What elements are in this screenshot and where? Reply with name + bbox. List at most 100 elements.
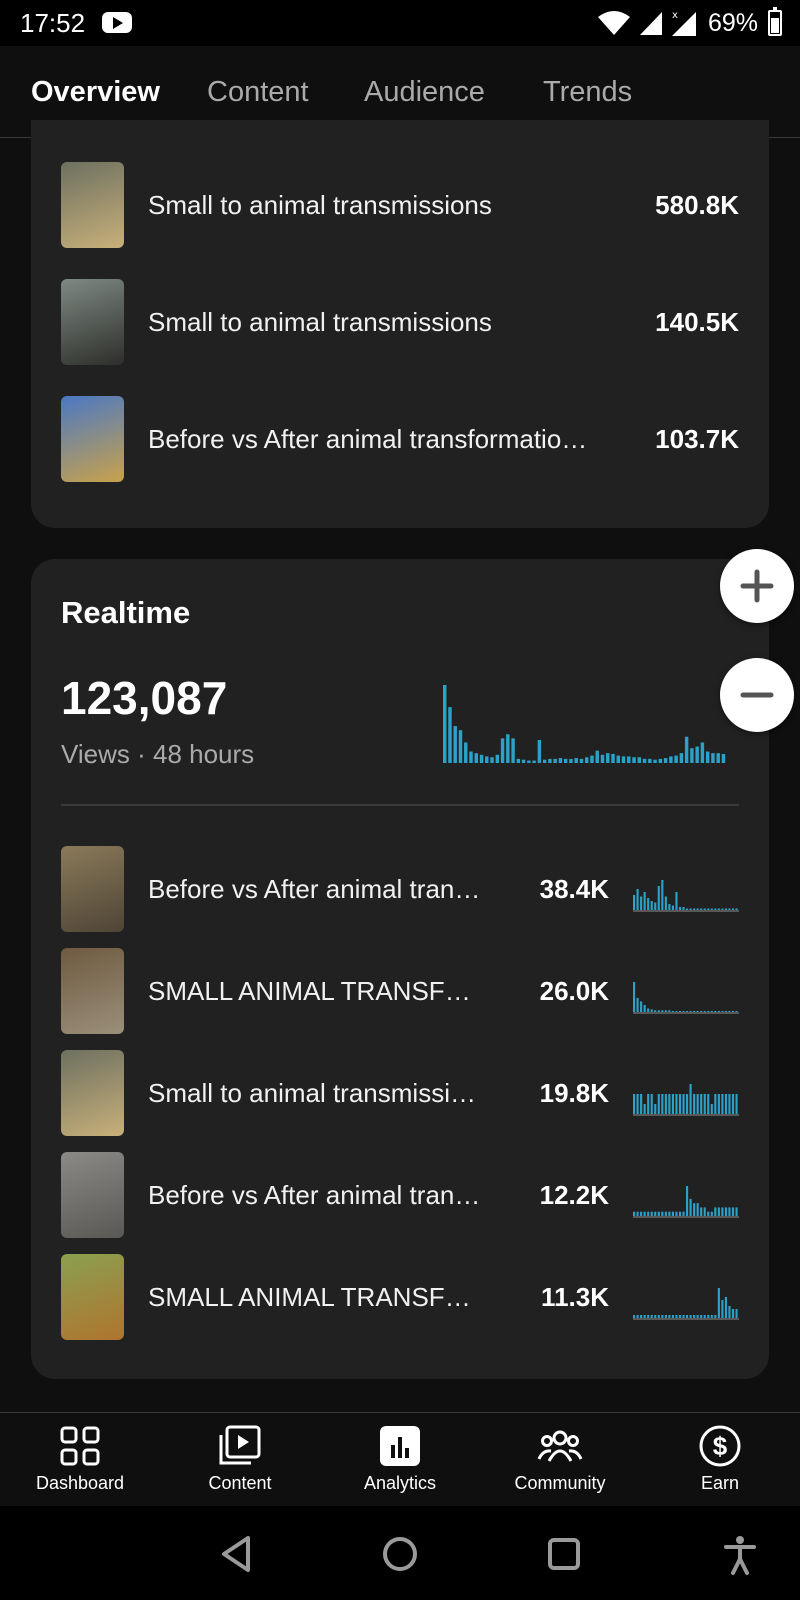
sparkline-bar (700, 1094, 703, 1114)
tab-overview[interactable]: Overview (31, 76, 160, 109)
realtime-caption: Views · 48 hours (61, 739, 255, 769)
sparkline-bar (721, 1011, 724, 1012)
sparkline-bar (671, 1315, 674, 1318)
video-title: Before vs After animal transformatio… (148, 424, 588, 454)
histogram-bar (637, 757, 642, 763)
histogram-bar (548, 758, 552, 763)
sparkline-bar (731, 1207, 735, 1216)
sparkline-bar (633, 1315, 636, 1318)
sparkline-bar (640, 1001, 643, 1012)
histogram-bar (711, 753, 715, 763)
video-views: 580.8K (655, 190, 739, 220)
histogram-bar (642, 758, 647, 763)
list-item[interactable]: Before vs After animal transformatio… 10… (31, 396, 769, 484)
sparkline-bar (707, 908, 710, 910)
sparkline-bar (668, 1094, 671, 1114)
histogram-bar (569, 758, 573, 763)
sparkline-bar (643, 1004, 646, 1012)
sparkline-bar (721, 1300, 724, 1318)
nav-content[interactable]: Content (160, 1413, 320, 1507)
video-thumbnail (61, 279, 124, 365)
tab-audience[interactable]: Audience (364, 76, 485, 109)
sparkline-bar (657, 886, 660, 910)
sparkline-bar (714, 908, 717, 910)
list-item[interactable]: Small to animal transmissi… 19.8K (31, 1050, 769, 1138)
list-item[interactable]: SMALL ANIMAL TRANSFO… 26.0K (31, 948, 769, 1036)
sparkline-bar (728, 1207, 731, 1216)
nav-label: Earn (700, 1473, 740, 1493)
cell-signal-icon (639, 12, 662, 35)
sparkline-bar (643, 892, 646, 910)
back-icon[interactable] (214, 1532, 258, 1576)
histogram-bar (553, 758, 557, 763)
zoom-out-button[interactable] (720, 658, 794, 732)
list-item[interactable]: Small to animal transmissions 580.8K (31, 162, 769, 250)
battery-icon (768, 7, 782, 36)
sparkline-bar (689, 1315, 692, 1318)
realtime-heading: Realtime (61, 595, 191, 630)
sparkline-bar (724, 1094, 727, 1114)
histogram-bar (600, 754, 605, 763)
video-title: Small to animal transmissions (148, 190, 492, 220)
sparkline-bar (693, 1011, 696, 1012)
tab-trends[interactable]: Trends (543, 76, 632, 109)
realtime-card[interactable]: Realtime 123,087 Views · 48 hours Before… (31, 559, 769, 1379)
nav-analytics[interactable]: Analytics (320, 1413, 480, 1507)
sparkline-bar (643, 1211, 646, 1216)
sparkline-bar (657, 1211, 660, 1216)
histogram-bar (574, 758, 578, 763)
nav-label: Dashboard (35, 1473, 125, 1493)
histogram-bar (532, 760, 536, 763)
sparkline (633, 1288, 739, 1320)
recents-icon[interactable] (542, 1532, 586, 1576)
home-icon[interactable] (378, 1532, 422, 1576)
status-bar: 17:52 x 69% (0, 0, 800, 46)
video-title: SMALL ANIMAL TRANSFO… (148, 1282, 488, 1312)
sparkline-bar (717, 1288, 720, 1318)
sparkline-bar (675, 1094, 678, 1114)
sparkline-bar (728, 1011, 731, 1012)
sparkline-bar (678, 907, 682, 910)
histogram-bar (490, 757, 494, 763)
nav-earn[interactable]: $ Earn (640, 1413, 800, 1507)
list-item[interactable]: Before vs After animal tran… 12.2K (31, 1152, 769, 1240)
sparkline-bar (686, 1011, 689, 1012)
sparkline-bar (671, 1211, 674, 1216)
status-icons: x 69% (596, 6, 782, 40)
sparkline-bar (636, 1094, 639, 1114)
top-content-card: Small to animal transmissions 580.8K Sma… (31, 120, 769, 528)
sparkline-bar (647, 1008, 650, 1012)
sparkline-bar (661, 1315, 664, 1318)
sparkline-bar (675, 1315, 678, 1318)
list-item[interactable]: Small to animal transmissions 140.5K (31, 279, 769, 367)
sparkline-bar (707, 1211, 710, 1216)
sparkline-bar (717, 1207, 720, 1216)
accessibility-icon[interactable] (718, 1532, 762, 1576)
cell-signal-roaming-icon: x (671, 10, 696, 36)
list-item[interactable]: SMALL ANIMAL TRANSFO… 11.3K (31, 1254, 769, 1342)
sparkline-bar (700, 1011, 703, 1012)
zoom-in-button[interactable] (720, 549, 794, 623)
sparkline-bar (664, 1211, 667, 1216)
sparkline-bar (693, 1315, 696, 1318)
tab-content[interactable]: Content (207, 76, 309, 109)
nav-dashboard[interactable]: Dashboard (0, 1413, 160, 1507)
sparkline-bar (664, 896, 667, 910)
sparkline-bar (693, 908, 696, 910)
sparkline-bar (696, 1315, 699, 1318)
sparkline-bar (731, 1309, 735, 1318)
content-icon (219, 1425, 261, 1465)
histogram-bar (611, 753, 615, 763)
histogram-bar (658, 758, 663, 763)
histogram-bar (579, 758, 584, 763)
dashboard-icon (60, 1426, 100, 1466)
status-time: 17:52 (20, 8, 86, 38)
nav-community[interactable]: Community (480, 1413, 640, 1507)
video-thumbnail (61, 162, 124, 248)
sparkline-bar (696, 1011, 699, 1012)
histogram-bar (443, 685, 447, 763)
sparkline-bar (654, 1010, 657, 1012)
video-views: 26.0K (539, 976, 609, 1006)
list-item[interactable]: Before vs After animal tran… 38.4K (31, 846, 769, 934)
histogram-bar (485, 756, 489, 763)
